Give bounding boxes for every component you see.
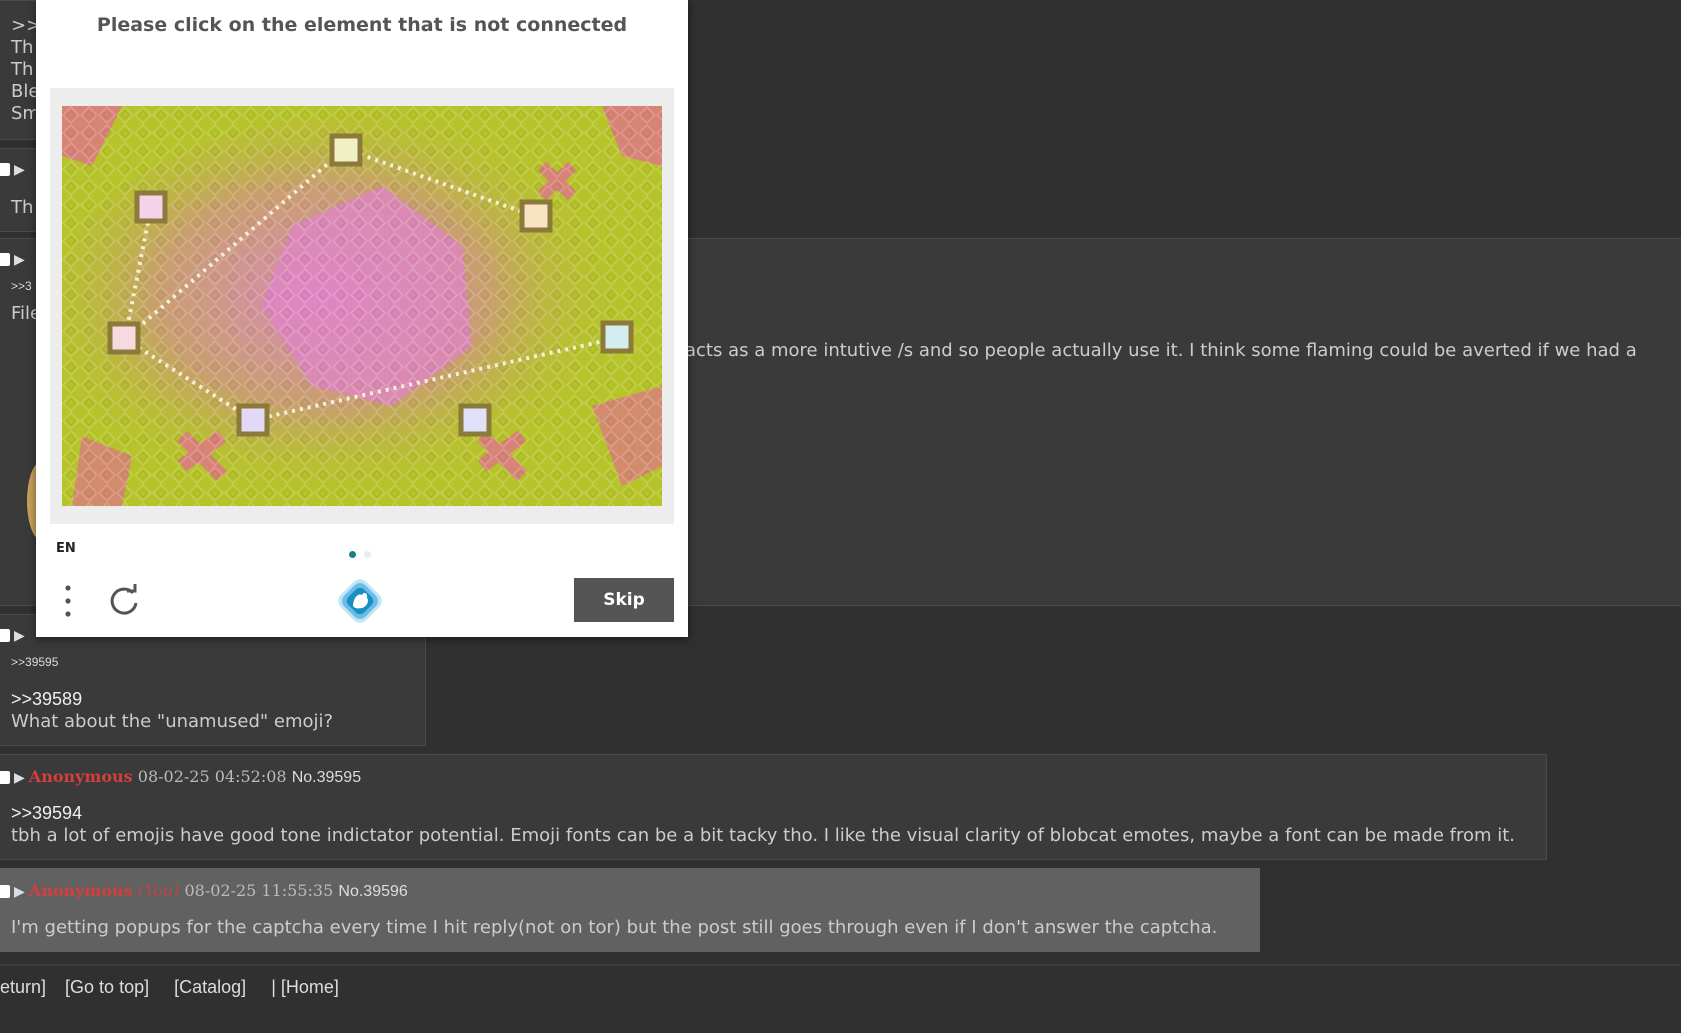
expand-arrow-icon[interactable]: ▶ — [14, 770, 25, 786]
fragment-line: Th — [11, 37, 34, 58]
post-checkbox[interactable] — [0, 885, 10, 898]
post-text: tbh a lot of emojis have good tone indic… — [11, 825, 1516, 846]
footer-nav: eturn] [Go to top] [Catalog] | [Home] — [0, 977, 353, 998]
challenge-image[interactable] — [62, 106, 662, 506]
expand-arrow-icon[interactable]: ▶ — [14, 628, 25, 644]
post-checkbox[interactable] — [0, 253, 10, 266]
poster-name: Anonymous — [28, 881, 133, 900]
expand-arrow-icon[interactable]: ▶ — [14, 252, 25, 268]
post-date: 08-02-25 04:52:08 — [137, 767, 287, 786]
expand-arrow-icon[interactable]: ▶ — [14, 884, 25, 900]
reply-ref[interactable]: >>3 — [11, 279, 32, 293]
post-checkbox[interactable] — [0, 771, 10, 784]
footer-divider — [0, 964, 1681, 966]
poster-name: Anonymous — [28, 767, 133, 786]
post-text: I'm getting popups for the captcha every… — [11, 917, 1218, 938]
post-checkbox[interactable] — [0, 629, 10, 642]
post-39595: ▶ Anonymous 08-02-25 04:52:08 No.39595 >>… — [0, 754, 1547, 860]
challenge-frame — [50, 88, 674, 524]
catalog-link[interactable]: [Catalog] — [174, 977, 246, 997]
skip-button[interactable]: Skip — [574, 578, 674, 622]
fragment-line: Th — [11, 197, 34, 218]
go-to-top-link[interactable]: [Go to top] — [65, 977, 149, 997]
post-number[interactable]: No.39596 — [338, 883, 407, 900]
post-header: ▶ Anonymous 08-02-25 04:52:08 No.39595 — [0, 767, 361, 787]
challenge-progress — [349, 542, 379, 563]
post-header: ▶ — [0, 249, 29, 268]
progress-dot — [364, 551, 371, 558]
you-tag: (You) — [137, 881, 180, 900]
backlink[interactable]: >>39595 — [11, 655, 58, 669]
home-link[interactable]: | [Home] — [271, 977, 339, 997]
post-date: 08-02-25 11:55:35 — [184, 881, 334, 900]
refresh-icon[interactable] — [108, 582, 140, 618]
post-header: ▶ — [0, 159, 29, 178]
vertical-dots-icon[interactable] — [62, 583, 74, 619]
post-39596: ▶ Anonymous (You) 08-02-25 11:55:35 No.39… — [0, 868, 1260, 952]
expand-arrow-icon[interactable]: ▶ — [14, 162, 25, 178]
post-checkbox[interactable] — [0, 163, 10, 176]
post-header: ▶ Anonymous (You) 08-02-25 11:55:35 No.39… — [0, 881, 408, 901]
hcaptcha-logo-icon[interactable] — [338, 579, 382, 623]
return-link[interactable]: eturn] — [0, 977, 46, 997]
fragment-line: Th — [11, 59, 34, 80]
captcha-dialog: Please click on the element that is not … — [36, 0, 688, 637]
post-text: What about the "unamused" emoji? — [11, 711, 334, 732]
language-selector[interactable]: EN — [56, 541, 76, 556]
captcha-prompt: Please click on the element that is not … — [96, 14, 628, 36]
quote-link[interactable]: >>39594 — [11, 803, 82, 824]
post-text: acts as a more intutive /s and so people… — [685, 340, 1637, 361]
quote-link[interactable]: >>39589 — [11, 689, 82, 710]
progress-dot-active — [349, 551, 356, 558]
post-number[interactable]: No.39595 — [292, 769, 361, 786]
post-header: ▶ — [0, 625, 29, 644]
